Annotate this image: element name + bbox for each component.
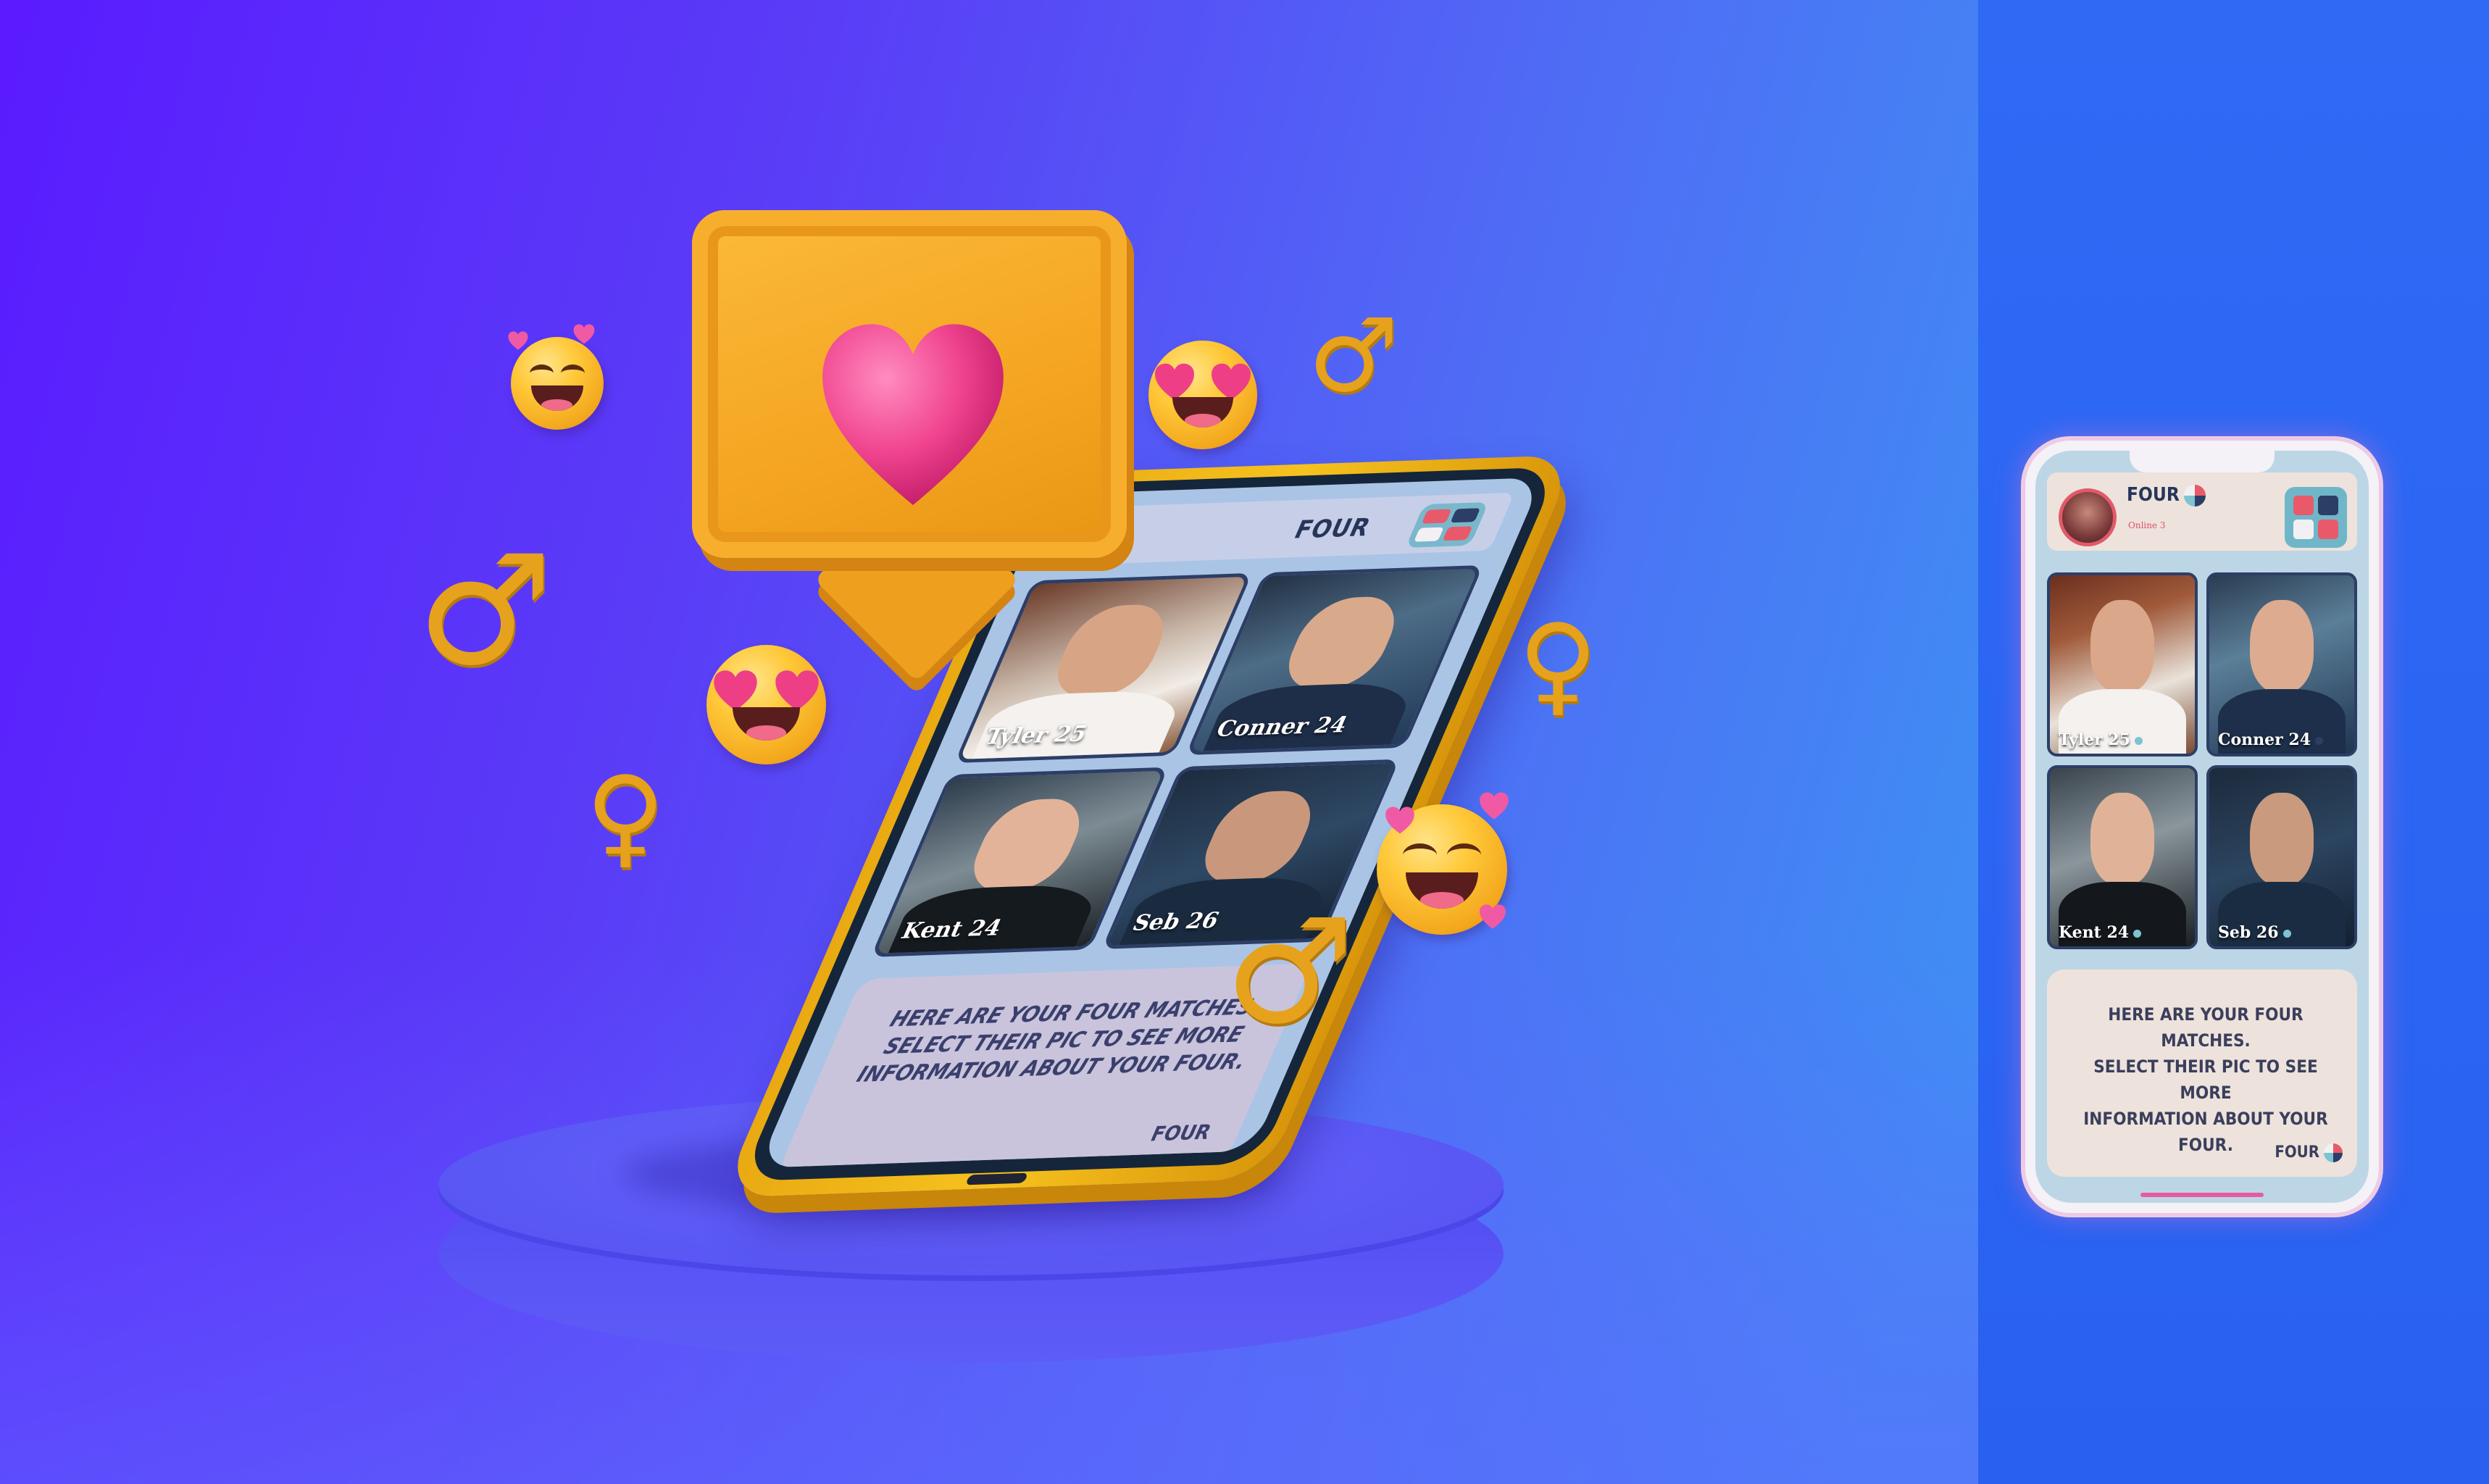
online-status: Online 3 (2128, 520, 2166, 530)
home-indicator[interactable] (2140, 1193, 2264, 1197)
footer-logo: FOUR (1146, 1120, 1215, 1146)
brand-logo: FOUR (2127, 484, 2206, 507)
heart-icon (822, 324, 1004, 505)
footer-brand: FOUR (2275, 1143, 2319, 1162)
match-grid: Tyler 25 Conner 24 Kent 24 Seb 26 (2047, 572, 2357, 949)
match-card[interactable]: Kent 24 (2047, 765, 2198, 949)
match-name-text: Seb 26 (2218, 923, 2279, 942)
heart-icon (508, 331, 528, 350)
male-symbol-icon: ♂ (1308, 297, 1399, 415)
match-name: Tyler 25 (2059, 730, 2143, 749)
match-photo (2250, 600, 2314, 693)
match-photo (2090, 600, 2154, 693)
online-dot (2134, 736, 2143, 745)
online-dot (2133, 929, 2142, 938)
online-dot (2282, 929, 2291, 938)
male-symbol-icon: ♂ (1225, 888, 1355, 1056)
match-photo (961, 797, 1094, 892)
app-header: FOUR Online 3 (2047, 472, 2357, 551)
match-name: Seb 26 (1128, 907, 1223, 936)
heart-icon (1480, 904, 1506, 929)
match-photo (1191, 789, 1325, 884)
match-photo (1044, 603, 1177, 698)
match-name: Conner 24 (2218, 730, 2324, 749)
logo-dot-icon (2183, 484, 2206, 507)
match-card[interactable]: Conner 24 (2206, 572, 2357, 756)
heart-eyes-emoji-icon (1148, 341, 1257, 449)
app-grid-icon[interactable] (1405, 501, 1489, 548)
match-photo (2250, 793, 2314, 886)
match-name-text: Tyler 25 (2059, 730, 2130, 749)
match-name: Tyler 25 (980, 721, 1091, 751)
message-line-2: SELECT THEIR PIC TO SEE MORE (2093, 1056, 2318, 1103)
match-name: Kent 24 (897, 915, 1006, 944)
match-card[interactable]: Tyler 25 (2047, 572, 2198, 756)
heart-icon (1480, 792, 1509, 820)
match-card[interactable]: Seb 26 (2206, 765, 2357, 949)
avatar[interactable] (2059, 488, 2117, 546)
match-name: Kent 24 (2059, 923, 2142, 942)
brand-name: FOUR (2127, 484, 2180, 506)
app-grid-icon[interactable] (2285, 487, 2347, 548)
message-text: HERE ARE YOUR FOUR MATCHES. SELECT THEIR… (2069, 1001, 2343, 1158)
message-panel: HERE ARE YOUR FOUR MATCHES. SELECT THEIR… (2047, 970, 2357, 1177)
match-name: Seb 26 (2218, 923, 2291, 942)
heart-icon (1385, 806, 1414, 834)
message-line-1: HERE ARE YOUR FOUR MATCHES. (2108, 1004, 2304, 1051)
match-photo (2090, 793, 2154, 886)
match-name-text: Conner 24 (2218, 730, 2311, 749)
male-symbol-icon: ♂ (417, 522, 554, 699)
phone-mockup: FOUR Online 3 Tyler 25 Conner 24 Kent 24… (2025, 441, 2379, 1213)
match-name: Conner 24 (1212, 712, 1352, 743)
phone-screen: FOUR Online 3 Tyler 25 Conner 24 Kent 24… (2035, 451, 2369, 1203)
logo-dot-icon (2324, 1143, 2343, 1162)
match-name-text: Kent 24 (2059, 923, 2130, 942)
message-text: HERE ARE YOUR FOUR MATCHES. SELECT THEIR… (850, 993, 1277, 1089)
female-symbol-icon: ♀ (1518, 601, 1598, 728)
female-symbol-icon: ♀ (585, 754, 665, 880)
match-photo (1275, 595, 1409, 690)
footer-logo: FOUR (2275, 1143, 2343, 1162)
online-dot (2315, 736, 2324, 745)
phone-notch (2130, 451, 2275, 472)
brand-logo: FOUR (1289, 513, 1376, 545)
heart-icon (573, 324, 595, 344)
heart-eyes-emoji-icon (706, 645, 826, 764)
